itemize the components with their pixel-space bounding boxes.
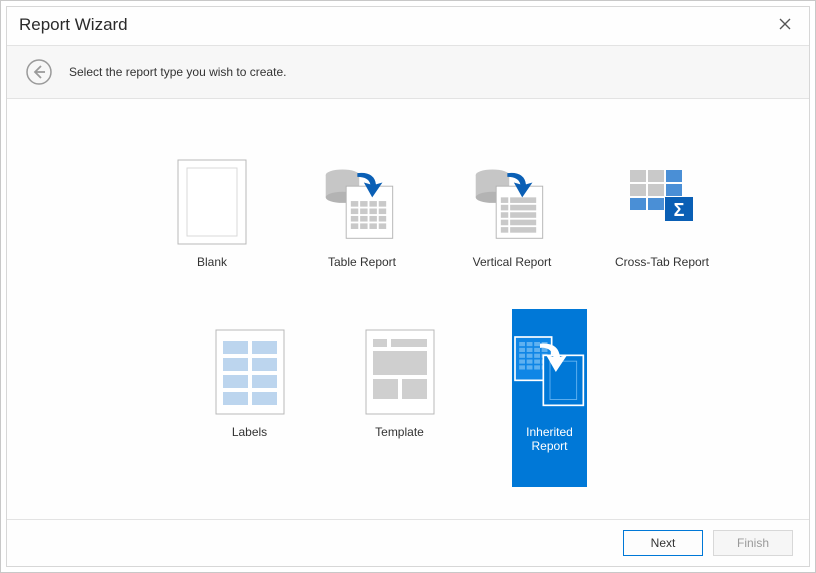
tile-crosstab-report[interactable]: Σ Cross-Tab Report xyxy=(587,149,737,319)
tile-label: Vertical Report xyxy=(473,255,552,269)
tile-blank[interactable]: Blank xyxy=(137,149,287,319)
tile-grid: Blank xyxy=(137,149,737,489)
template-report-icon xyxy=(360,327,440,417)
close-button[interactable] xyxy=(775,15,795,35)
next-button[interactable]: Next xyxy=(623,530,703,556)
tile-labels[interactable]: Labels xyxy=(212,319,287,489)
tile-label: Table Report xyxy=(328,255,396,269)
svg-text:Σ: Σ xyxy=(674,200,685,220)
tile-label: Inherited Report xyxy=(512,425,587,453)
crosstab-report-icon: Σ xyxy=(622,157,702,247)
tile-table-report[interactable]: Table Report xyxy=(287,149,437,319)
tile-label: Labels xyxy=(232,425,267,439)
back-arrow-icon xyxy=(25,58,53,86)
back-button[interactable] xyxy=(25,58,53,86)
footer-bar: Next Finish xyxy=(7,519,809,566)
finish-button: Finish xyxy=(713,530,793,556)
close-icon xyxy=(779,18,791,30)
blank-report-icon xyxy=(172,157,252,247)
tile-template[interactable]: Template xyxy=(362,319,437,489)
inherited-report-icon xyxy=(510,327,590,417)
titlebar: Report Wizard xyxy=(7,7,809,45)
header-bar: Select the report type you wish to creat… xyxy=(7,46,809,99)
tile-label: Cross-Tab Report xyxy=(615,255,709,269)
vertical-report-icon xyxy=(472,157,552,247)
tile-inherited-report[interactable]: Inherited Report xyxy=(512,309,587,487)
table-report-icon xyxy=(322,157,402,247)
window-title: Report Wizard xyxy=(19,15,128,35)
labels-report-icon xyxy=(210,327,290,417)
content-area: Blank xyxy=(7,99,809,519)
instruction-text: Select the report type you wish to creat… xyxy=(69,65,286,79)
tile-label: Template xyxy=(375,425,424,439)
wizard-window: Report Wizard Select the report type you… xyxy=(6,6,810,567)
tile-label: Blank xyxy=(197,255,227,269)
tile-vertical-report[interactable]: Vertical Report xyxy=(437,149,587,319)
